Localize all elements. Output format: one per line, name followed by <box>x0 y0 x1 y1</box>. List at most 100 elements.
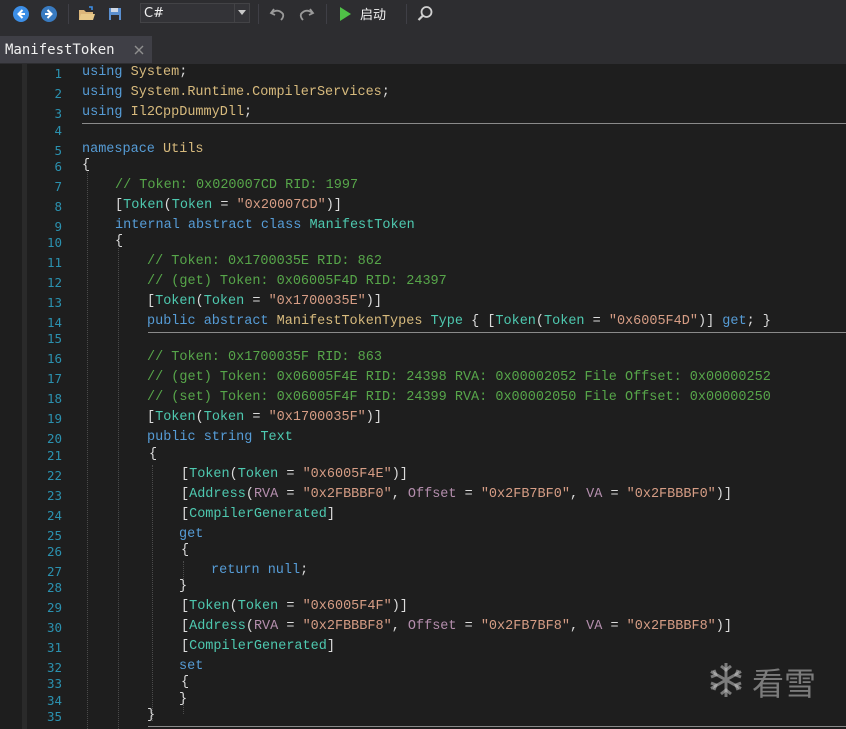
line-number: 35 <box>46 709 62 724</box>
token-brace: { <box>181 675 190 690</box>
token-punct: ; <box>300 563 309 578</box>
token-attribute: Token <box>123 198 164 213</box>
back-arrow-icon[interactable] <box>10 3 32 25</box>
code-area[interactable]: using System; using System.Runtime.Compi… <box>82 64 846 729</box>
code-line: [Address(RVA = "0x2FBBBF8", Offset = "0x… <box>181 619 732 635</box>
token-punct: )] <box>715 487 732 502</box>
code-editor[interactable]: 1 2 3 4 5 6 7 8 9 10 11 12 13 14 15 16 1… <box>0 64 846 729</box>
code-line: using System; <box>82 65 187 81</box>
token-punct: = <box>278 619 303 634</box>
token-keyword: using <box>82 85 123 100</box>
token-attribute: Token <box>155 410 196 425</box>
token-string: "0x2FBBBF0" <box>302 487 392 502</box>
token-punct: [ <box>181 619 190 634</box>
token-comment: // Token: 0x1700035E RID: 862 <box>147 254 382 269</box>
token-punct: = <box>212 198 237 213</box>
code-line: [Token(Token = "0x6005F4F")] <box>181 599 408 615</box>
token-punct: = <box>602 487 627 502</box>
token-keyword: internal abstract class <box>115 218 302 233</box>
token-punct: = <box>278 599 303 614</box>
token-punct: [ <box>181 467 190 482</box>
token-punct: = <box>278 487 303 502</box>
chevron-down-icon[interactable] <box>234 4 249 22</box>
token-string: "0x2FBBBF8" <box>302 619 392 634</box>
token-punct: ] <box>326 507 335 522</box>
code-line: [Token(Token = "0x1700035F")] <box>147 410 382 426</box>
close-icon[interactable] <box>132 42 146 56</box>
toolbar: C# 启动 <box>0 0 846 29</box>
token-keyword: public abstract <box>147 314 269 329</box>
token-punct: , <box>569 619 587 634</box>
token-string: "0x6005F4E" <box>302 467 392 482</box>
code-line: // Token: 0x020007CD RID: 1997 <box>115 178 358 194</box>
save-icon[interactable] <box>104 3 126 25</box>
token-property: Type <box>430 314 463 329</box>
line-number: 30 <box>46 620 62 635</box>
token-attribute-arg: Token <box>544 314 585 329</box>
token-string: "0x1700035F" <box>268 410 366 425</box>
code-line: [CompilerGenerated] <box>181 639 335 655</box>
token-punct: = <box>278 467 303 482</box>
token-punct: [ <box>181 599 190 614</box>
redo-icon[interactable] <box>294 3 318 25</box>
token-punct: ; <box>244 105 253 120</box>
token-punct: ( <box>245 487 254 502</box>
line-number: 24 <box>46 508 62 523</box>
token-punct: ( <box>195 294 204 309</box>
code-line: // (get) Token: 0x06005F4D RID: 24397 <box>147 274 447 290</box>
token-attribute: Token <box>189 599 230 614</box>
tab-strip: ManifestToken <box>0 29 846 93</box>
token-attribute-arg: Offset <box>407 487 457 502</box>
token-string: "0x2FBBBF0" <box>626 487 716 502</box>
tab-manifest-token[interactable]: ManifestToken <box>0 36 152 63</box>
token-attribute-arg: Token <box>203 410 245 425</box>
line-number: 22 <box>46 468 62 483</box>
token-keyword: public string <box>147 430 253 445</box>
line-number: 7 <box>54 179 62 194</box>
line-number: 9 <box>54 219 62 234</box>
code-line: [CompilerGenerated] <box>181 507 335 523</box>
run-button-label[interactable]: 启动 <box>360 4 386 23</box>
code-line: return null; <box>211 563 308 579</box>
token-punct: ; <box>179 65 188 80</box>
line-number: 27 <box>46 564 62 579</box>
token-punct: [ <box>147 410 156 425</box>
token-string: "0x1700035E" <box>268 294 366 309</box>
token-punct: ( <box>535 314 545 329</box>
toolbar-separator <box>326 4 327 24</box>
token-punct: )] <box>697 314 723 329</box>
line-number: 14 <box>46 315 62 330</box>
play-icon[interactable] <box>336 3 354 25</box>
line-number: 8 <box>54 199 62 214</box>
line-number: 26 <box>46 544 62 559</box>
token-attribute-arg: Token <box>203 294 245 309</box>
line-number: 12 <box>46 275 62 290</box>
token-punct: )] <box>391 599 408 614</box>
language-select-value: C# <box>144 5 164 21</box>
open-folder-icon[interactable] <box>76 3 98 25</box>
search-icon[interactable] <box>414 3 436 25</box>
token-punct: )] <box>715 619 732 634</box>
token-attribute-arg: RVA <box>253 487 279 502</box>
token-attribute: Address <box>189 619 246 634</box>
token-punct: ; } <box>746 314 771 329</box>
line-number: 28 <box>46 580 62 595</box>
watermark: 看雪 <box>706 660 836 704</box>
token-punct: ] <box>326 639 335 654</box>
undo-icon[interactable] <box>266 3 290 25</box>
forward-arrow-icon[interactable] <box>38 3 60 25</box>
token-brace: } <box>179 692 188 707</box>
line-number: 33 <box>46 676 62 691</box>
token-attribute: Token <box>155 294 196 309</box>
code-line: { <box>181 675 189 691</box>
token-punct: { [ <box>462 314 496 329</box>
token-keyword: get <box>722 314 747 329</box>
language-select[interactable]: C# <box>140 3 250 23</box>
token-attribute-arg: VA <box>586 619 603 634</box>
code-line: } <box>179 579 187 595</box>
token-type: ManifestTokenTypes <box>276 314 423 329</box>
watermark-text: 看雪 <box>752 665 817 703</box>
token-punct: ( <box>195 410 204 425</box>
line-number: 3 <box>54 106 62 121</box>
code-line: [Token(Token = "0x20007CD")] <box>115 198 342 214</box>
